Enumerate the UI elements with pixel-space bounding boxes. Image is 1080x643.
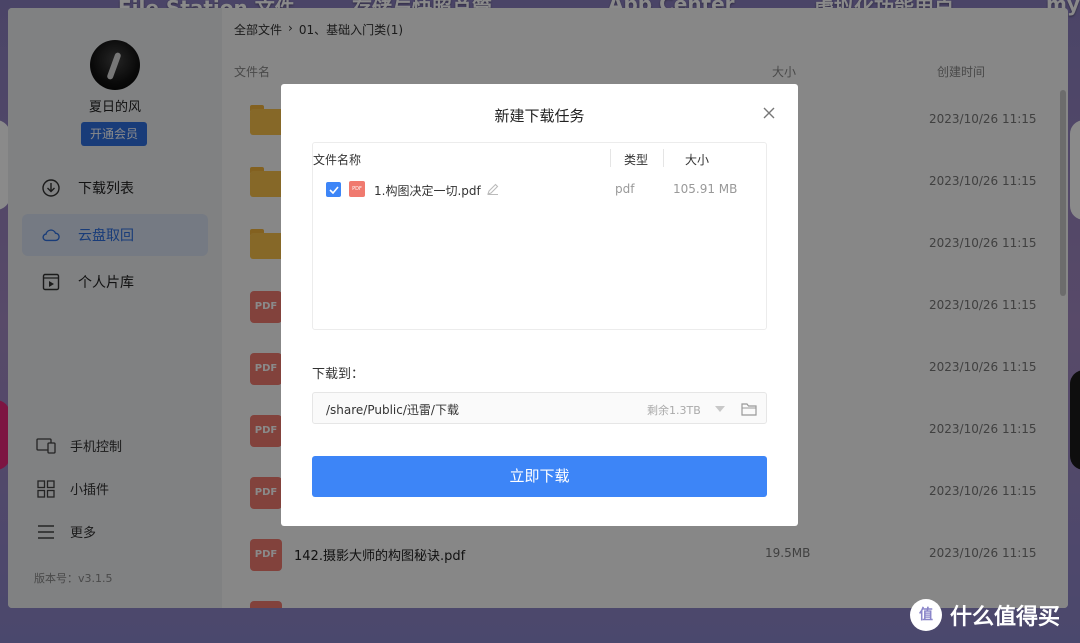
edit-pencil-icon[interactable] bbox=[486, 182, 500, 196]
new-download-task-dialog: 新建下载任务 文件名称 类型 大小 PDF 1.构图决定一切.pdf pdf 1… bbox=[281, 84, 798, 526]
folder-browse-icon[interactable] bbox=[741, 401, 757, 416]
column-divider bbox=[663, 149, 664, 167]
column-divider bbox=[610, 149, 611, 167]
column-header-file-name: 文件名称 bbox=[313, 153, 362, 167]
download-path-value: /share/Public/迅雷/下载 bbox=[326, 403, 459, 417]
watermark: 什么值得买 bbox=[910, 599, 1060, 631]
remaining-space: 剩余1.3TB bbox=[647, 404, 701, 417]
download-path-select[interactable]: /share/Public/迅雷/下载 剩余1.3TB bbox=[312, 392, 767, 424]
chevron-down-icon[interactable] bbox=[715, 406, 725, 412]
watermark-text: 什么值得买 bbox=[950, 605, 1061, 630]
file-size: 105.91 MB bbox=[673, 182, 738, 196]
pdf-icon: PDF bbox=[349, 181, 365, 197]
download-now-button[interactable]: 立即下载 bbox=[312, 456, 767, 497]
file-name: 1.构图决定一切.pdf bbox=[374, 184, 481, 198]
smzdm-logo-icon bbox=[910, 599, 942, 631]
download-to-label: 下载到： bbox=[312, 367, 365, 382]
column-header-type: 类型 bbox=[624, 153, 649, 167]
file-list-header: 文件名称 类型 大小 bbox=[313, 143, 766, 173]
close-icon[interactable] bbox=[759, 103, 779, 123]
column-header-size: 大小 bbox=[685, 153, 710, 167]
list-item[interactable]: PDF 1.构图决定一切.pdf pdf 105.91 MB bbox=[313, 177, 766, 203]
file-type: pdf bbox=[615, 182, 635, 196]
file-list-box: 文件名称 类型 大小 PDF 1.构图决定一切.pdf pdf 105.91 M… bbox=[312, 142, 767, 330]
file-checkbox[interactable] bbox=[326, 182, 341, 197]
dialog-title: 新建下载任务 bbox=[494, 107, 585, 125]
